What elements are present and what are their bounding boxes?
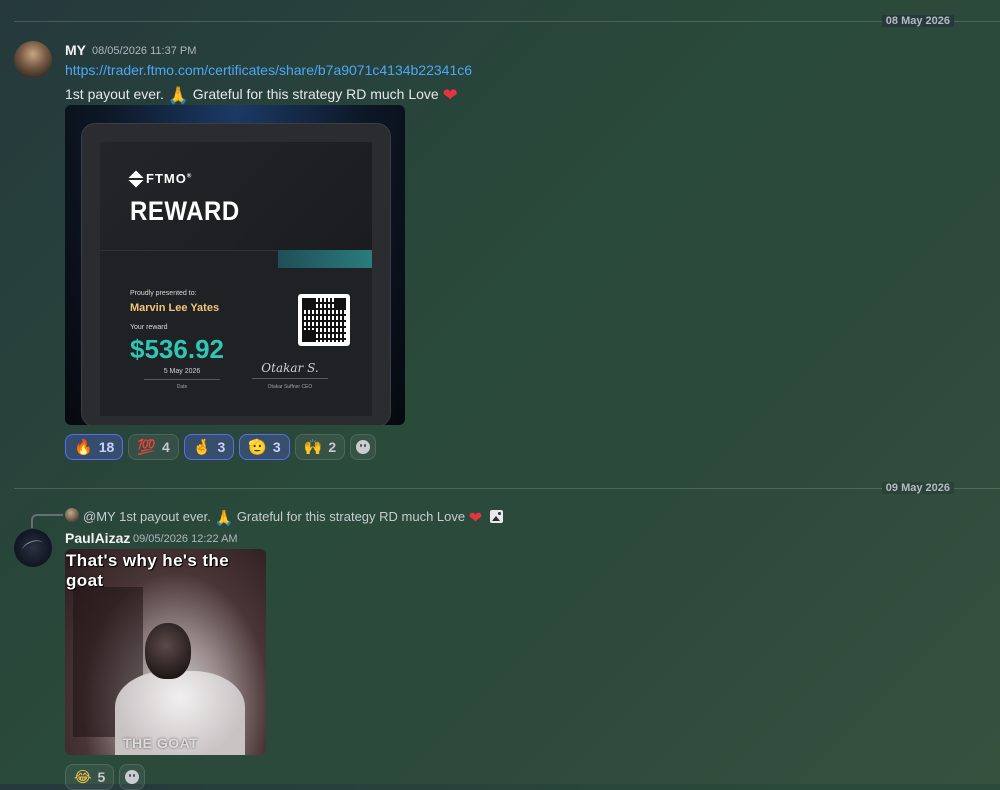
username-paulaizaz[interactable]: PaulAizaz bbox=[65, 530, 130, 546]
reward-label: Your reward bbox=[130, 324, 168, 331]
fire-emoji: 🔥 bbox=[74, 438, 93, 456]
raised-hands-emoji: 🙌 bbox=[303, 438, 323, 456]
username-my[interactable]: MY bbox=[65, 42, 86, 58]
pray-emoji: 🙏 bbox=[214, 509, 234, 527]
teal-stripe bbox=[278, 250, 372, 268]
salute-emoji: 🫡 bbox=[248, 438, 267, 456]
reward-amount: $536.92 bbox=[130, 334, 224, 364]
message-timestamp: 09/05/2026 12:22 AM bbox=[133, 533, 238, 545]
date-divider-label: 08 May 2026 bbox=[881, 15, 954, 27]
reply-mention[interactable]: @MY bbox=[83, 509, 115, 524]
heart-emoji: ❤ bbox=[442, 85, 458, 106]
image-icon bbox=[489, 510, 503, 523]
avatar-my[interactable] bbox=[14, 41, 52, 79]
certificate-date-label: Date bbox=[176, 384, 188, 390]
reaction-raised-hands[interactable]: 🙌 2 bbox=[294, 434, 346, 460]
avatar-paulaizaz[interactable] bbox=[14, 529, 52, 567]
reply-preview[interactable]: @MY 1st payout ever. 🙏 Grateful for this… bbox=[83, 508, 503, 527]
heart-emoji: ❤ bbox=[468, 508, 483, 527]
reactions-bar: 🔥 18 💯 4 🤞 3 🫡 3 🙌 2 bbox=[65, 434, 377, 460]
message-link[interactable]: https://trader.ftmo.com/certificates/sha… bbox=[65, 62, 472, 78]
hundred-emoji: 💯 bbox=[137, 438, 156, 456]
reaction-fingers-crossed[interactable]: 🤞 3 bbox=[183, 434, 235, 460]
gif-caption: That's why he's the goat bbox=[66, 551, 230, 590]
reply-spine bbox=[31, 514, 63, 528]
ceo-signature-label: Otakar Suffner CEO bbox=[267, 384, 313, 390]
ftmo-logo: FTMO® bbox=[127, 170, 192, 188]
ceo-signature: Otakar S. bbox=[252, 361, 328, 379]
certificate-link[interactable]: https://trader.ftmo.com/certificates/sha… bbox=[65, 62, 472, 78]
goat-gif[interactable]: That's why he's the goat THE GOAT bbox=[65, 549, 266, 755]
smiley-face-icon bbox=[125, 770, 140, 784]
date-divider bbox=[14, 21, 1000, 22]
fingers-crossed-emoji: 🤞 bbox=[192, 438, 212, 456]
date-divider-label: 09 May 2026 bbox=[881, 482, 954, 494]
recipient-name: Marvin Lee Yates bbox=[130, 302, 220, 314]
qr-code-icon bbox=[298, 294, 350, 346]
message-text: 1st payout ever. 🙏 Grateful for this str… bbox=[65, 85, 458, 106]
reward-title: REWARD bbox=[130, 197, 240, 227]
pray-emoji: 🙏 bbox=[167, 86, 189, 106]
joy-emoji: 😂 bbox=[74, 768, 92, 786]
ftmo-logo-icon bbox=[127, 170, 145, 188]
certificate-card: FTMO® REWARD Proudly presented to: Marvi… bbox=[81, 123, 391, 425]
reply-avatar[interactable] bbox=[65, 508, 79, 522]
reaction-fire[interactable]: 🔥 18 bbox=[65, 434, 124, 460]
certificate-image[interactable]: FTMO® REWARD Proudly presented to: Marvi… bbox=[65, 105, 405, 425]
reactions-bar: 😂 5 bbox=[65, 764, 146, 790]
smiley-face-icon bbox=[356, 440, 371, 454]
certificate-inner: FTMO® REWARD Proudly presented to: Marvi… bbox=[100, 142, 372, 416]
reaction-hundred[interactable]: 💯 4 bbox=[128, 434, 179, 460]
date-divider bbox=[14, 488, 1000, 489]
reaction-joy[interactable]: 😂 5 bbox=[65, 764, 115, 790]
certificate-date: 5 May 2026 bbox=[144, 368, 220, 380]
reaction-salute[interactable]: 🫡 3 bbox=[239, 434, 290, 460]
presented-label: Proudly presented to: bbox=[130, 290, 197, 297]
add-reaction-button[interactable] bbox=[119, 764, 146, 790]
gif-watermark: THE GOAT bbox=[123, 735, 199, 751]
add-reaction-button[interactable] bbox=[350, 434, 377, 460]
message-timestamp: 08/05/2026 11:37 PM bbox=[92, 45, 197, 57]
